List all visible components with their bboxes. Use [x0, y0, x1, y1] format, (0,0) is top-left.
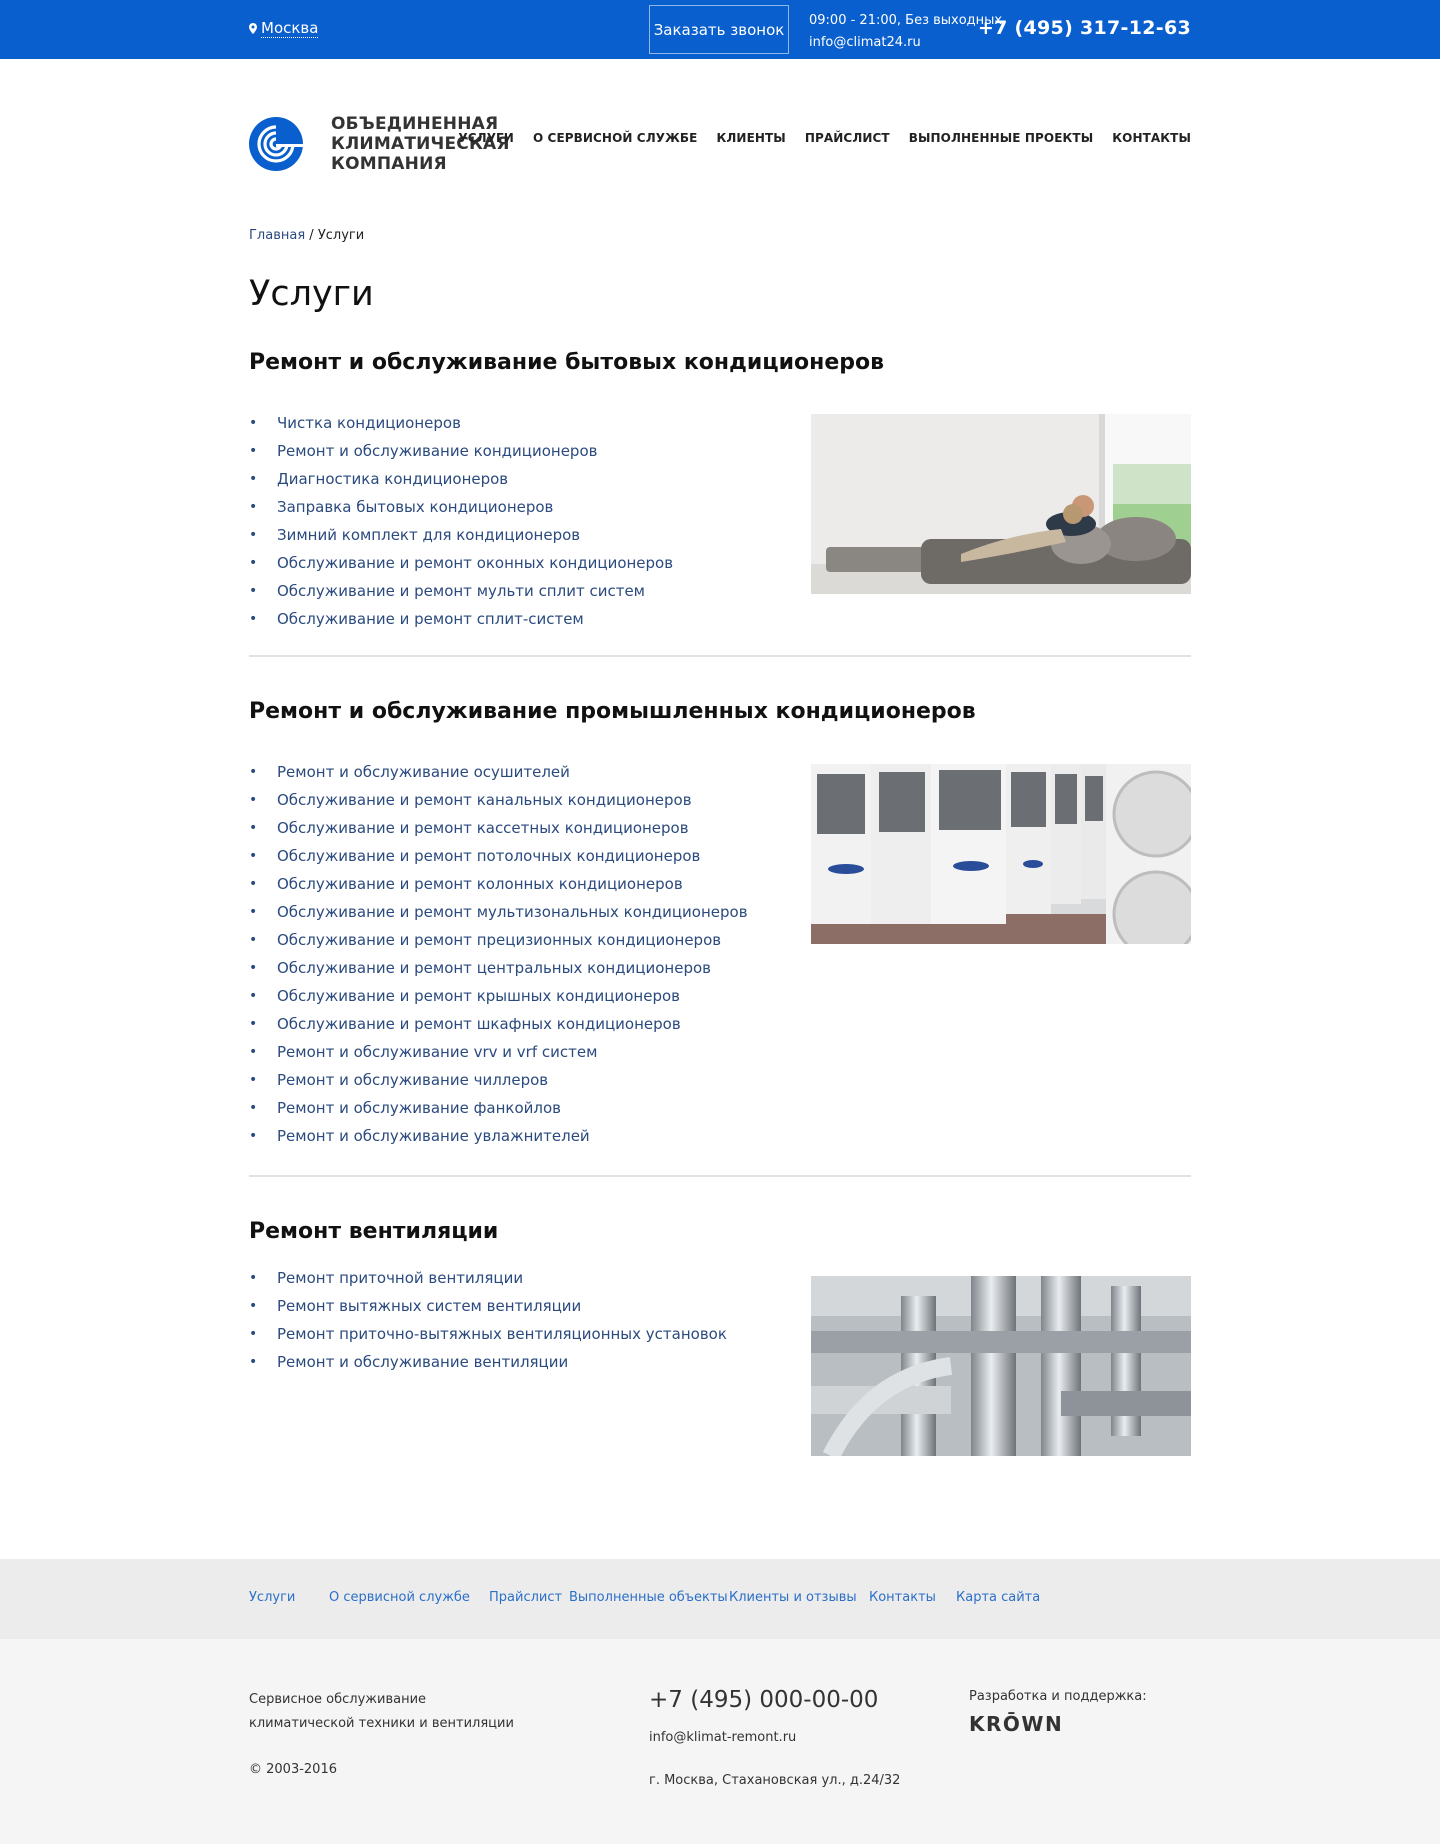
- service-list: Чистка кондиционеров Ремонт и обслуживан…: [249, 409, 673, 633]
- developer-label: Разработка и поддержка:: [969, 1689, 1147, 1704]
- footer-link-clients[interactable]: Клиенты и отзывы: [729, 1590, 857, 1605]
- page-title: Услуги: [249, 274, 374, 314]
- list-item[interactable]: Обслуживание и ремонт потолочных кондици…: [249, 842, 748, 870]
- list-item[interactable]: Обслуживание и ремонт канальных кондицио…: [249, 786, 748, 814]
- footer-link-sitemap[interactable]: Карта сайта: [956, 1590, 1040, 1605]
- footer-phone[interactable]: +7 (495) 000-00-00: [649, 1687, 878, 1713]
- list-item[interactable]: Ремонт и обслуживание кондиционеров: [249, 437, 673, 465]
- footer-copyright: © 2003-2016: [249, 1762, 337, 1777]
- list-item[interactable]: Ремонт приточно-вытяжных вентиляционных …: [249, 1320, 727, 1348]
- top-email[interactable]: info@climat24.ru: [809, 32, 1002, 54]
- section-divider: [249, 1175, 1191, 1177]
- top-phone[interactable]: +7 (495) 317-12-63: [978, 17, 1191, 39]
- photo-ventilation-ducts: [811, 1276, 1191, 1456]
- list-item[interactable]: Обслуживание и ремонт шкафных кондиционе…: [249, 1010, 748, 1038]
- list-item[interactable]: Обслуживание и ремонт колонных кондицион…: [249, 870, 748, 898]
- section-household: Ремонт и обслуживание бытовых кондиционе…: [249, 350, 1191, 633]
- list-item[interactable]: Обслуживание и ремонт мультизональных ко…: [249, 898, 748, 926]
- callback-button[interactable]: Заказать звонок: [649, 5, 789, 54]
- list-item[interactable]: Обслуживание и ремонт прецизионных конди…: [249, 926, 748, 954]
- list-item[interactable]: Ремонт приточной вентиляции: [249, 1264, 727, 1292]
- list-item[interactable]: Обслуживание и ремонт сплит-систем: [249, 605, 673, 633]
- main-area: ОБЪЕДИНЕННАЯ КЛИМАТИЧЕСКАЯ КОМПАНИЯ УСЛУ…: [249, 59, 1191, 1559]
- list-item[interactable]: Ремонт и обслуживание vrv и vrf систем: [249, 1038, 748, 1066]
- breadcrumb: Главная / Услуги: [249, 228, 364, 243]
- list-item[interactable]: Обслуживание и ремонт крышных кондиционе…: [249, 982, 748, 1010]
- footer-link-about[interactable]: О сервисной службе: [329, 1590, 470, 1605]
- section-industrial: Ремонт и обслуживание промышленных конди…: [249, 699, 1191, 1150]
- section-title: Ремонт вентиляции: [249, 1219, 499, 1244]
- list-item[interactable]: Ремонт и обслуживание чиллеров: [249, 1066, 748, 1094]
- section-title: Ремонт и обслуживание промышленных конди…: [249, 699, 976, 724]
- contact-info: 09:00 - 21:00, Без выходных info@climat2…: [809, 10, 1002, 54]
- breadcrumb-home[interactable]: Главная: [249, 228, 305, 243]
- footer-link-objects[interactable]: Выполненные объекты: [569, 1590, 728, 1605]
- nav-services[interactable]: УСЛУГИ: [458, 131, 514, 145]
- footer-address: г. Москва, Стахановская ул., д.24/32: [649, 1773, 901, 1788]
- list-item[interactable]: Заправка бытовых кондиционеров: [249, 493, 673, 521]
- nav-contacts[interactable]: КОНТАКТЫ: [1112, 131, 1191, 145]
- section-title: Ремонт и обслуживание бытовых кондиционе…: [249, 350, 885, 375]
- photo-outdoor-units: [811, 764, 1191, 944]
- service-list: Ремонт и обслуживание осушителей Обслужи…: [249, 758, 748, 1150]
- nav-projects[interactable]: ВЫПОЛНЕННЫЕ ПРОЕКТЫ: [909, 131, 1094, 145]
- nav-pricelist[interactable]: ПРАЙСЛИСТ: [805, 131, 890, 145]
- city-selector[interactable]: Москва: [249, 19, 319, 38]
- footer-link-services[interactable]: Услуги: [249, 1590, 295, 1605]
- footer-email[interactable]: info@klimat-remont.ru: [649, 1730, 796, 1745]
- footer-link-pricelist[interactable]: Прайслист: [489, 1590, 562, 1605]
- city-name[interactable]: Москва: [261, 19, 319, 38]
- footer-link-contacts[interactable]: Контакты: [869, 1590, 936, 1605]
- list-item[interactable]: Обслуживание и ремонт оконных кондиционе…: [249, 549, 673, 577]
- list-item[interactable]: Зимний комплект для кондиционеров: [249, 521, 673, 549]
- footer-nav: Услуги О сервисной службе Прайслист Выпо…: [0, 1559, 1440, 1639]
- service-list: Ремонт приточной вентиляции Ремонт вытяж…: [249, 1264, 727, 1376]
- breadcrumb-current: Услуги: [317, 228, 365, 243]
- list-item[interactable]: Ремонт вытяжных систем вентиляции: [249, 1292, 727, 1320]
- footer-description: Сервисное обслуживание климатической тех…: [249, 1692, 514, 1731]
- main-nav: УСЛУГИ О СЕРВИСНОЙ СЛУЖБЕ КЛИЕНТЫ ПРАЙСЛ…: [458, 131, 1191, 145]
- photo-couple-sofa: [811, 414, 1191, 594]
- logo-line-3: КОМПАНИЯ: [331, 154, 447, 174]
- logo-icon: [249, 117, 303, 171]
- list-item[interactable]: Ремонт и обслуживание вентиляции: [249, 1348, 727, 1376]
- top-bar: Москва Заказать звонок 09:00 - 21:00, Бе…: [0, 0, 1440, 59]
- list-item[interactable]: Диагностика кондиционеров: [249, 465, 673, 493]
- breadcrumb-separator: /: [309, 228, 314, 243]
- nav-clients[interactable]: КЛИЕНТЫ: [716, 131, 785, 145]
- list-item[interactable]: Ремонт и обслуживание увлажнителей: [249, 1122, 748, 1150]
- list-item[interactable]: Обслуживание и ремонт мульти сплит систе…: [249, 577, 673, 605]
- list-item[interactable]: Обслуживание и ремонт центральных кондиц…: [249, 954, 748, 982]
- list-item[interactable]: Ремонт и обслуживание фанкойлов: [249, 1094, 748, 1122]
- location-pin-icon: [249, 23, 257, 34]
- footer: Сервисное обслуживание климатической тех…: [0, 1639, 1440, 1844]
- list-item[interactable]: Ремонт и обслуживание осушителей: [249, 758, 748, 786]
- section-ventilation: Ремонт вентиляции Ремонт приточной венти…: [249, 1219, 1191, 1456]
- list-item[interactable]: Чистка кондиционеров: [249, 409, 673, 437]
- nav-about[interactable]: О СЕРВИСНОЙ СЛУЖБЕ: [533, 131, 698, 145]
- developer-logo[interactable]: KRŌWN: [969, 1712, 1063, 1736]
- list-item[interactable]: Обслуживание и ремонт кассетных кондицио…: [249, 814, 748, 842]
- working-hours: 09:00 - 21:00, Без выходных: [809, 13, 1003, 28]
- section-divider: [249, 655, 1191, 657]
